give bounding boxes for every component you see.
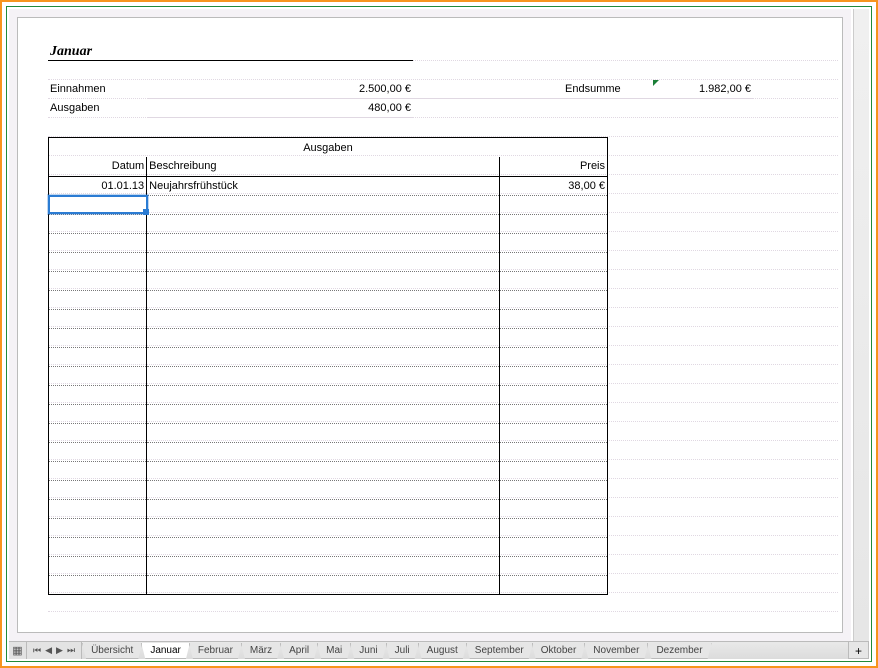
spreadsheet-canvas[interactable]: Januar Einnahmen 2.500,00 € Endsumme xyxy=(17,17,843,633)
tab-april[interactable]: April xyxy=(280,643,318,659)
vertical-scrollbar[interactable] xyxy=(853,9,869,641)
expenses-value: 480,00 € xyxy=(313,99,413,118)
table-row[interactable] xyxy=(49,271,608,290)
expenses-title: Ausgaben xyxy=(48,137,608,157)
expenses-table[interactable]: Datum Beschreibung Preis 01.01.13 Neujah… xyxy=(48,157,608,595)
endsumme-label: Endsumme xyxy=(563,80,653,99)
error-indicator-icon xyxy=(653,80,659,86)
income-value: 2.500,00 € xyxy=(313,80,413,99)
income-label: Einnahmen xyxy=(48,80,148,99)
tab-januar[interactable]: Januar xyxy=(141,643,190,659)
sheet-menu-icon[interactable]: ▦ xyxy=(9,642,27,659)
table-row[interactable] xyxy=(49,499,608,518)
tab-september[interactable]: September xyxy=(466,643,533,659)
nav-last-icon[interactable]: ⏭ xyxy=(65,645,77,656)
table-row[interactable] xyxy=(49,385,608,404)
nav-first-icon[interactable]: ⏮ xyxy=(31,645,43,656)
table-row[interactable] xyxy=(49,252,608,271)
table-row[interactable] xyxy=(49,309,608,328)
table-row[interactable] xyxy=(49,366,608,385)
table-row[interactable] xyxy=(49,404,608,423)
table-row[interactable] xyxy=(49,537,608,556)
tab-november[interactable]: November xyxy=(584,643,648,659)
table-row[interactable] xyxy=(49,461,608,480)
cell-date[interactable]: 01.01.13 xyxy=(49,176,147,195)
month-title: Januar xyxy=(48,42,148,61)
table-row[interactable] xyxy=(49,233,608,252)
table-row[interactable] xyxy=(49,214,608,233)
tab-juni[interactable]: Juni xyxy=(350,643,386,659)
table-row[interactable] xyxy=(49,442,608,461)
table-row[interactable] xyxy=(49,575,608,594)
table-row[interactable] xyxy=(49,480,608,499)
table-row[interactable] xyxy=(49,347,608,366)
sheet-tabs: Übersicht Januar Februar März April Mai … xyxy=(82,642,848,659)
header-description: Beschreibung xyxy=(147,157,500,176)
tab-juli[interactable]: Juli xyxy=(386,643,419,659)
tab-dezember[interactable]: Dezember xyxy=(647,643,711,659)
table-row[interactable]: 01.01.13 Neujahrsfrühstück 38,00 € xyxy=(49,176,608,195)
expenses-section: Ausgaben Datum Beschreibung Preis 01.01.… xyxy=(48,137,838,595)
nav-prev-icon[interactable]: ◀ xyxy=(43,645,54,656)
tab-mai[interactable]: Mai xyxy=(317,643,351,659)
header-date: Datum xyxy=(49,157,147,176)
endsumme-value: 1.982,00 € xyxy=(653,80,753,99)
tab-august[interactable]: August xyxy=(418,643,467,659)
add-sheet-button[interactable]: + xyxy=(848,642,869,659)
table-row[interactable] xyxy=(49,518,608,537)
expenses-label: Ausgaben xyxy=(48,99,148,118)
tab-maerz[interactable]: März xyxy=(241,643,281,659)
tab-oktober[interactable]: Oktober xyxy=(532,643,586,659)
nav-next-icon[interactable]: ▶ xyxy=(54,645,65,656)
table-row[interactable] xyxy=(49,423,608,442)
tab-uebersicht[interactable]: Übersicht xyxy=(82,643,142,659)
table-row[interactable] xyxy=(49,328,608,347)
sheet-tab-bar: ▦ ⏮ ◀ ▶ ⏭ Übersicht Januar Februar März … xyxy=(9,641,869,659)
table-row[interactable] xyxy=(49,290,608,309)
table-row[interactable] xyxy=(49,195,608,214)
cell-price[interactable]: 38,00 € xyxy=(499,176,607,195)
spreadsheet-page: Januar Einnahmen 2.500,00 € Endsumme xyxy=(9,9,851,641)
header-price: Preis xyxy=(499,157,607,176)
table-row[interactable] xyxy=(49,556,608,575)
tab-februar[interactable]: Februar xyxy=(189,643,242,659)
table-header-row: Datum Beschreibung Preis xyxy=(49,157,608,176)
cell-description[interactable]: Neujahrsfrühstück xyxy=(147,176,500,195)
tab-navigation: ⏮ ◀ ▶ ⏭ xyxy=(27,642,82,659)
